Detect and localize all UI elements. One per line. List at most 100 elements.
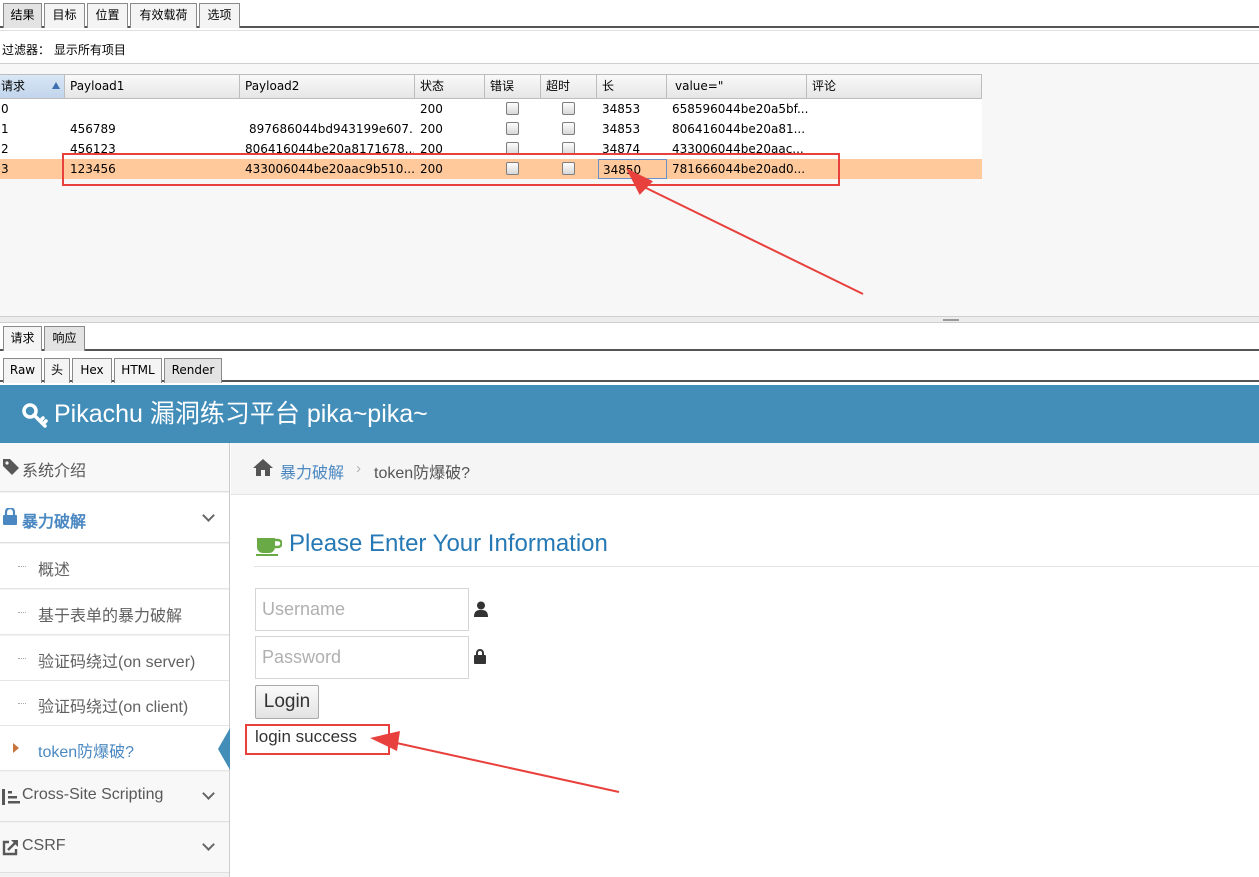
tree-connector <box>18 612 26 613</box>
sidebar-item-brute-force[interactable]: 暴力破解 <box>0 493 229 543</box>
tab-render[interactable]: Render <box>164 358 222 383</box>
page-title: Please Enter Your Information <box>289 530 608 557</box>
navbar: Pikachu 漏洞练习平台 pika~pika~ <box>0 385 1259 443</box>
tags-icon <box>3 459 19 475</box>
coffee-cup-icon <box>256 538 282 556</box>
submenu-item[interactable]: 概述 <box>0 544 229 589</box>
divider-grip-icon <box>943 319 959 321</box>
cell-length: 34853 <box>602 102 641 116</box>
intruder-tabs: 结果 目标 位置 有效载荷 选项 <box>0 0 1259 28</box>
submenu-item-label: token防爆破? <box>38 744 135 761</box>
tree-connector <box>18 658 26 659</box>
cell-request: 3 <box>1 162 9 176</box>
tab-options[interactable]: 选项 <box>199 3 240 28</box>
submenu-item-label: 概述 <box>38 562 71 579</box>
table-row[interactable]: 0 200 34853 658596044be20a5bf... <box>0 99 982 119</box>
key-icon <box>22 403 48 429</box>
submenu-item-label: 基于表单的暴力破解 <box>38 608 183 625</box>
breadcrumb-current: token防爆破? <box>374 465 471 482</box>
cell-request: 2 <box>1 142 9 156</box>
tab-positions[interactable]: 位置 <box>87 3 128 28</box>
results-table-area: 请求 Payload1 Payload2 状态 错误 超时 长 value=" … <box>0 64 1259 316</box>
sidebar-item-label: Cross-Site Scripting <box>22 786 164 803</box>
cell-status: 200 <box>420 102 443 116</box>
column-header-status[interactable]: 状态 <box>415 75 485 98</box>
login-button[interactable]: Login <box>255 685 319 719</box>
tree-connector <box>18 703 26 704</box>
filter-bar[interactable]: 过滤器： 显示所有项目 <box>0 30 1259 64</box>
timeout-checkbox <box>562 102 575 115</box>
sidebar-item-label: CSRF <box>22 837 66 854</box>
tab-target[interactable]: 目标 <box>44 3 85 28</box>
tab-request[interactable]: 请求 <box>3 326 42 351</box>
user-icon <box>474 601 488 617</box>
active-indicator-icon <box>218 728 230 770</box>
cell-value: 806416044be20a81... <box>672 122 806 136</box>
message-tabs: 请求 响应 <box>0 323 1259 351</box>
home-icon[interactable] <box>252 458 274 477</box>
cell-payload1: 456789 <box>70 122 116 136</box>
tab-headers[interactable]: 头 <box>44 358 70 383</box>
tab-results[interactable]: 结果 <box>3 3 42 28</box>
cell-status: 200 <box>420 122 443 136</box>
password-input[interactable]: Password <box>255 636 469 679</box>
cell-payload2: 897686044bd943199e607... <box>249 122 414 136</box>
chevron-down-icon <box>202 838 215 851</box>
filter-text: 过滤器： 显示所有项目 <box>2 43 126 57</box>
annotation-box <box>245 724 390 755</box>
sidebar-item-csrf[interactable]: CSRF <box>0 823 229 873</box>
sidebar-item-xss[interactable]: Cross-Site Scripting <box>0 772 229 822</box>
submenu-item-label: 验证码绕过(on server) <box>38 654 196 671</box>
submenu-item[interactable]: 基于表单的暴力破解 <box>0 590 229 635</box>
error-checkbox <box>506 102 519 115</box>
sidebar-item-label: 暴力破解 <box>22 514 87 531</box>
lock-icon <box>474 649 486 664</box>
submenu-item[interactable]: 验证码绕过(on client) <box>0 681 229 726</box>
sidebar-item-label: 系统介绍 <box>22 463 87 480</box>
column-header-payload1[interactable]: Payload1 <box>65 75 240 98</box>
rendered-response: Pikachu 漏洞练习平台 pika~pika~ 系统介绍 暴力破解 概述 基… <box>0 385 1259 877</box>
breadcrumb-parent-link[interactable]: 暴力破解 <box>280 459 344 483</box>
sidebar-item-intro[interactable]: 系统介绍 <box>0 443 229 492</box>
column-label: 请求 <box>1 79 26 93</box>
breadcrumb: 暴力破解 › token防爆破? <box>231 443 1259 495</box>
chevron-down-icon <box>202 509 215 522</box>
list-icon <box>2 789 20 805</box>
cell-value: 658596044be20a5bf... <box>672 102 809 116</box>
response-view-tabs: Raw 头 Hex HTML Render <box>0 355 1259 383</box>
brand[interactable]: Pikachu 漏洞练习平台 pika~pika~ <box>22 399 428 429</box>
lock-icon <box>3 508 17 525</box>
submenu-item-label: 验证码绕过(on client) <box>38 699 189 716</box>
tab-payloads[interactable]: 有效载荷 <box>130 3 197 28</box>
column-header-timeout[interactable]: 超时 <box>541 75 597 98</box>
annotation-box <box>62 153 840 186</box>
tree-connector <box>18 566 26 567</box>
split-pane-divider[interactable] <box>0 316 1259 323</box>
chevron-down-icon <box>202 787 215 800</box>
tab-raw[interactable]: Raw <box>3 358 42 383</box>
username-input[interactable]: Username <box>255 588 469 631</box>
timeout-checkbox <box>562 122 575 135</box>
column-header-comment[interactable]: 评论 <box>807 75 982 98</box>
tab-hex[interactable]: Hex <box>72 358 112 383</box>
table-header: 请求 Payload1 Payload2 状态 错误 超时 长 value=" … <box>0 74 982 99</box>
submenu-item[interactable]: 验证码绕过(on server) <box>0 636 229 681</box>
column-header-request[interactable]: 请求 <box>0 75 65 98</box>
column-header-value[interactable]: value=" <box>667 75 807 98</box>
sidebar: 系统介绍 暴力破解 概述 基于表单的暴力破解 验证码绕过(on server) … <box>0 443 230 877</box>
table-row[interactable]: 1 456789 897686044bd943199e607... 200 34… <box>0 119 982 139</box>
error-checkbox <box>506 122 519 135</box>
cell-request: 0 <box>1 102 9 116</box>
cell-request: 1 <box>1 122 9 136</box>
tab-html[interactable]: HTML <box>114 358 162 383</box>
submenu-item-active[interactable]: token防爆破? <box>0 726 230 771</box>
column-header-payload2[interactable]: Payload2 <box>240 75 415 98</box>
column-header-error[interactable]: 错误 <box>485 75 541 98</box>
tab-response[interactable]: 响应 <box>44 326 85 351</box>
column-header-length[interactable]: 长 <box>597 75 667 98</box>
sort-ascending-icon <box>52 82 60 89</box>
share-icon <box>2 840 18 856</box>
title-divider <box>254 566 1259 567</box>
cell-length: 34853 <box>602 122 641 136</box>
breadcrumb-separator-icon: › <box>356 460 361 477</box>
